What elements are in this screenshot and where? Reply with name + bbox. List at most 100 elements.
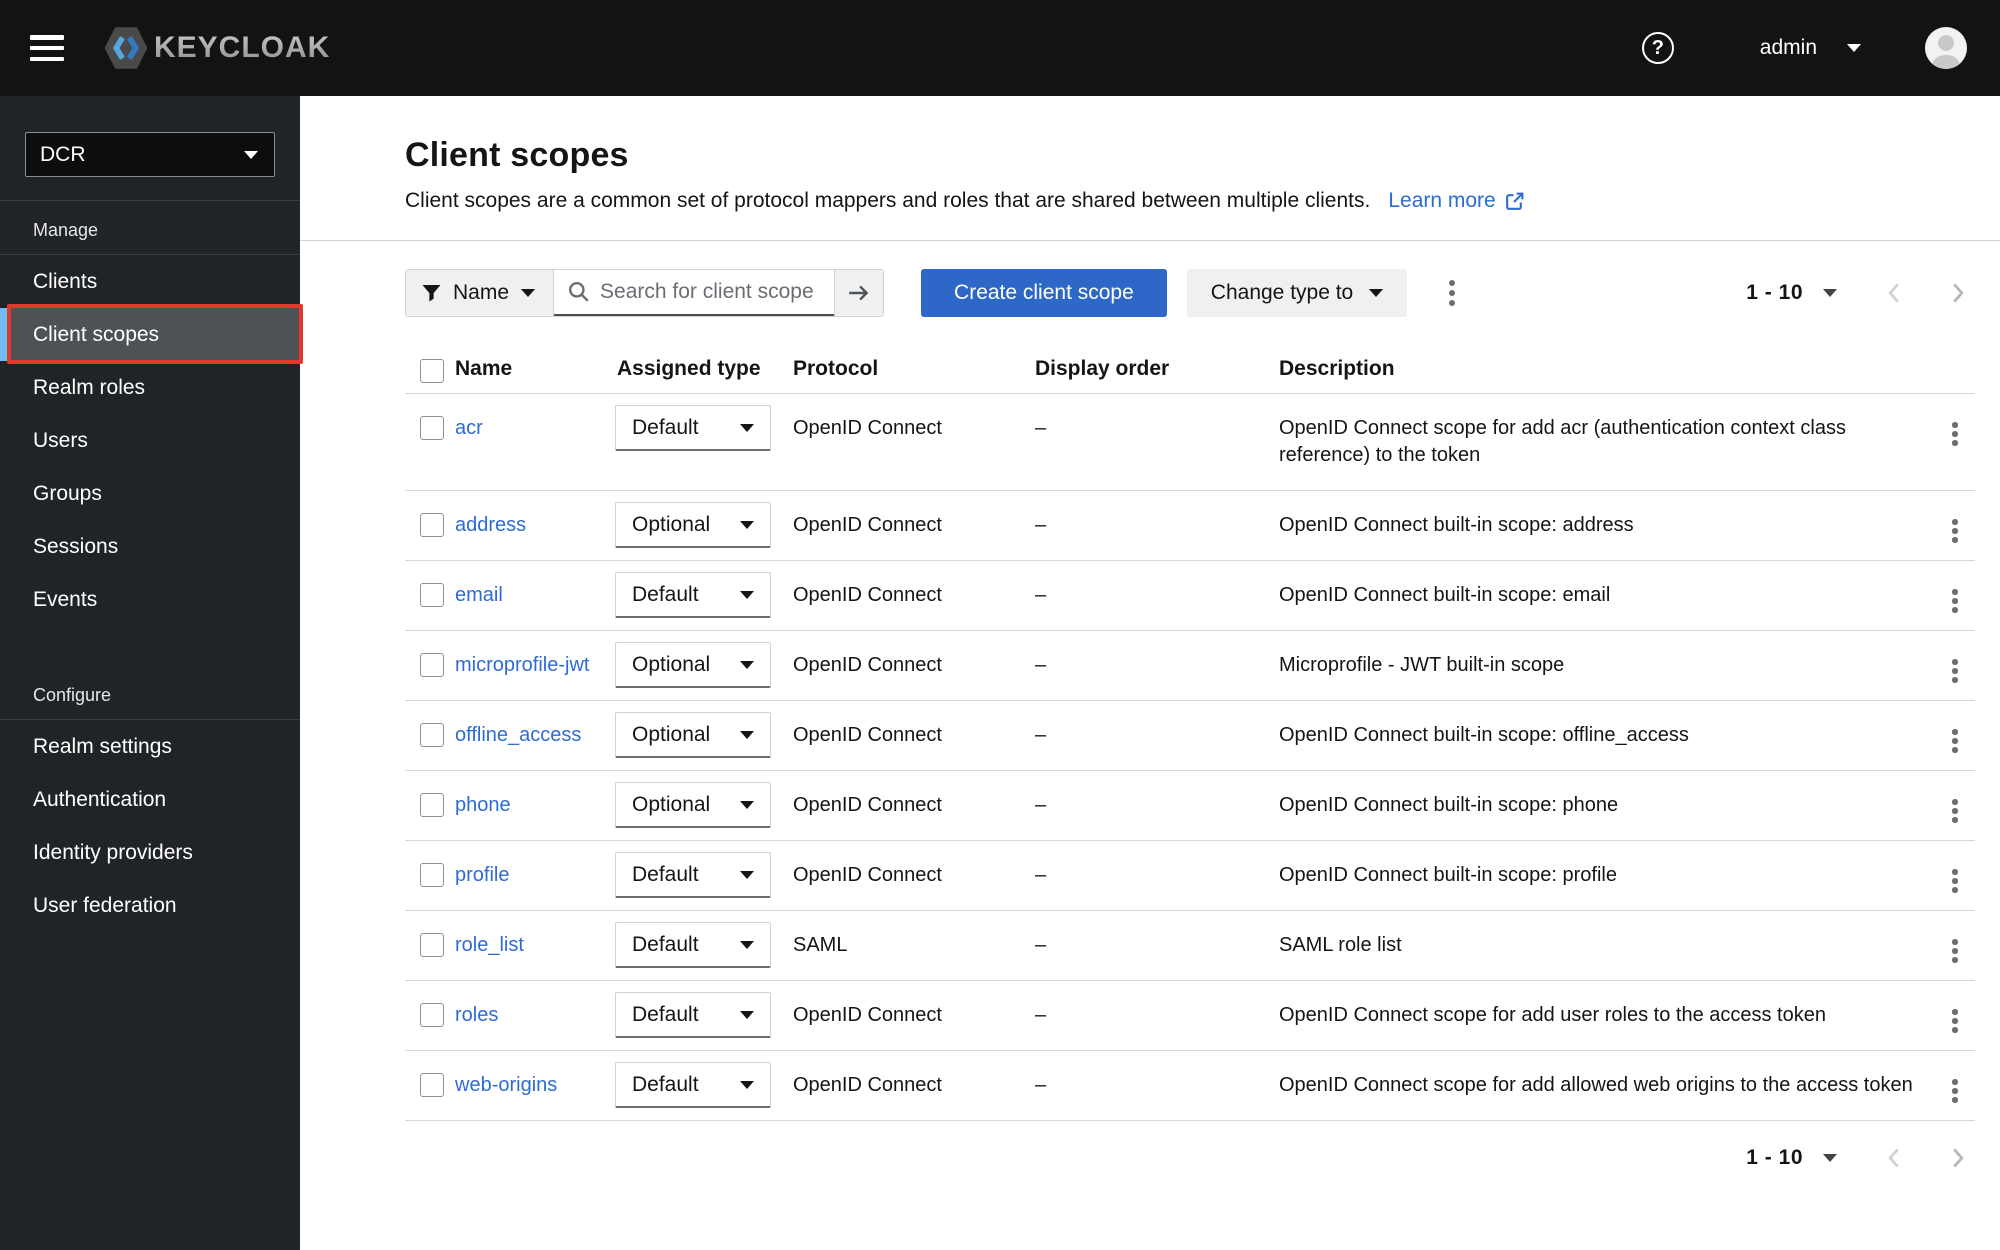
scope-name-link[interactable]: web-origins: [455, 1074, 557, 1096]
hamburger-menu-icon[interactable]: [30, 35, 64, 61]
assigned-type-select[interactable]: Default: [615, 405, 771, 451]
sidebar-item-label: Authentication: [33, 787, 167, 811]
sidebar-item-authentication[interactable]: Authentication: [0, 773, 300, 826]
user-menu[interactable]: admin: [1760, 36, 1861, 60]
assigned-type-select[interactable]: Default: [615, 852, 771, 898]
create-client-scope-button[interactable]: Create client scope: [921, 269, 1167, 317]
row-checkbox[interactable]: [420, 1003, 444, 1027]
table-row-acr: acr Default OpenID Connect – OpenID Connect …: [405, 394, 1975, 491]
avatar[interactable]: [1925, 27, 1967, 69]
assigned-type-select[interactable]: Optional: [615, 782, 771, 828]
row-kebab-menu[interactable]: [1944, 795, 1966, 827]
scope-name-link[interactable]: acr: [455, 417, 483, 439]
filter-type-dropdown[interactable]: Name: [406, 270, 555, 316]
page-header: Client scopes Client scopes are a common…: [300, 96, 2000, 240]
table-row-microprofile-jwt: microprofile-jwt Optional OpenID Connect – M…: [405, 631, 1975, 701]
display-order-cell: –: [1035, 417, 1047, 439]
sidebar-item-events[interactable]: Events: [0, 573, 300, 626]
change-type-label: Change type to: [1210, 281, 1354, 304]
row-checkbox[interactable]: [420, 863, 444, 887]
row-checkbox[interactable]: [420, 933, 444, 957]
chevron-down-icon: [740, 800, 754, 809]
table-header-row: Name Assigned type Protocol Display orde…: [405, 347, 1975, 394]
row-checkbox[interactable]: [420, 416, 444, 440]
sidebar-item-label: User federation: [33, 893, 177, 917]
row-checkbox[interactable]: [420, 723, 444, 747]
help-icon[interactable]: ?: [1641, 32, 1674, 64]
assigned-type-value: Optional: [632, 512, 711, 536]
assigned-type-select[interactable]: Default: [615, 572, 771, 618]
sidebar-item-user-federation[interactable]: User federation: [0, 879, 300, 932]
display-order-cell: –: [1035, 514, 1047, 536]
row-kebab-menu[interactable]: [1944, 725, 1966, 757]
user-silhouette-icon: [1931, 35, 1961, 69]
row-kebab-menu[interactable]: [1944, 655, 1966, 687]
row-kebab-menu[interactable]: [1944, 865, 1966, 897]
sidebar-item-label: Sessions: [33, 534, 119, 558]
search-input[interactable]: [600, 280, 825, 304]
sidebar-item-sessions[interactable]: Sessions: [0, 520, 300, 573]
row-checkbox[interactable]: [420, 513, 444, 537]
search-submit-button[interactable]: [834, 270, 884, 316]
row-kebab-menu[interactable]: [1944, 515, 1966, 547]
protocol-cell: OpenID Connect: [793, 724, 942, 746]
chevron-down-icon: [1847, 44, 1861, 52]
assigned-type-select[interactable]: Optional: [615, 642, 771, 688]
chevron-down-icon: [244, 150, 258, 159]
table-row-roles: roles Default OpenID Connect – OpenID Connec…: [405, 981, 1975, 1051]
row-checkbox[interactable]: [420, 1073, 444, 1097]
scope-name-link[interactable]: address: [455, 514, 526, 536]
assigned-type-cell: Optional: [610, 701, 785, 758]
assigned-type-select[interactable]: Default: [615, 922, 771, 968]
assigned-type-select[interactable]: Optional: [615, 712, 771, 758]
realm-selector[interactable]: DCR: [25, 132, 275, 177]
scope-name-link[interactable]: email: [455, 584, 503, 606]
table-body: acr Default OpenID Connect – OpenID Connect …: [405, 394, 1975, 1121]
pagination-prev-button[interactable]: [1877, 272, 1912, 314]
sidebar-item-realm-settings[interactable]: Realm settings: [0, 720, 300, 773]
sidebar-item-identity-providers[interactable]: Identity providers: [0, 826, 300, 879]
row-checkbox[interactable]: [420, 653, 444, 677]
description-cell: OpenID Connect scope for add allowed web…: [1279, 1074, 1913, 1096]
row-kebab-menu[interactable]: [1944, 1075, 1966, 1107]
scope-name-link[interactable]: profile: [455, 864, 509, 886]
sidebar-item-label: Realm settings: [33, 734, 172, 758]
name-cell: profile: [455, 841, 610, 910]
learn-more-link[interactable]: Learn more: [1388, 189, 1524, 213]
description-cell: Microprofile - JWT built-in scope: [1279, 654, 1565, 676]
sidebar-item-client-scopes[interactable]: Client scopes: [0, 304, 303, 364]
sidebar-item-users[interactable]: Users: [0, 414, 300, 467]
assigned-type-select[interactable]: Default: [615, 1062, 771, 1108]
row-kebab-menu[interactable]: [1944, 1005, 1966, 1037]
assigned-type-value: Optional: [632, 652, 711, 676]
display-order-cell: –: [1035, 864, 1047, 886]
client-scopes-table: Name Assigned type Protocol Display orde…: [405, 347, 1975, 1121]
assigned-type-select[interactable]: Optional: [615, 502, 771, 548]
row-kebab-menu[interactable]: [1944, 418, 1966, 450]
row-checkbox[interactable]: [420, 583, 444, 607]
scope-name-link[interactable]: roles: [455, 1004, 498, 1026]
sidebar-item-groups[interactable]: Groups: [0, 467, 300, 520]
scope-name-link[interactable]: offline_access: [455, 724, 581, 746]
pagination-prev-button[interactable]: [1877, 1137, 1912, 1179]
row-kebab-menu[interactable]: [1944, 585, 1966, 617]
sidebar-item-realm-roles[interactable]: Realm roles: [0, 361, 300, 414]
pagination-next-button[interactable]: [1940, 272, 1975, 314]
column-header-display-order: Display order: [1035, 357, 1170, 380]
assigned-type-select[interactable]: Default: [615, 992, 771, 1038]
scope-name-link[interactable]: phone: [455, 794, 511, 816]
select-all-checkbox[interactable]: [420, 359, 444, 383]
pagination-next-button[interactable]: [1940, 1137, 1975, 1179]
toolbar-kebab-menu[interactable]: [1435, 270, 1469, 316]
chevron-right-icon: [1953, 1148, 1964, 1168]
checkbox-cell: [405, 771, 455, 817]
pagination-range-dropdown[interactable]: 1 - 10: [1746, 281, 1837, 305]
pagination-range-dropdown[interactable]: 1 - 10: [1746, 1146, 1837, 1170]
scope-name-link[interactable]: microprofile-jwt: [455, 654, 589, 676]
scope-name-link[interactable]: role_list: [455, 934, 524, 956]
row-checkbox[interactable]: [420, 793, 444, 817]
change-type-dropdown[interactable]: Change type to: [1186, 269, 1408, 317]
sidebar-item-clients[interactable]: Clients: [0, 255, 300, 308]
row-kebab-menu[interactable]: [1944, 935, 1966, 967]
assigned-type-cell: Optional: [610, 631, 785, 688]
